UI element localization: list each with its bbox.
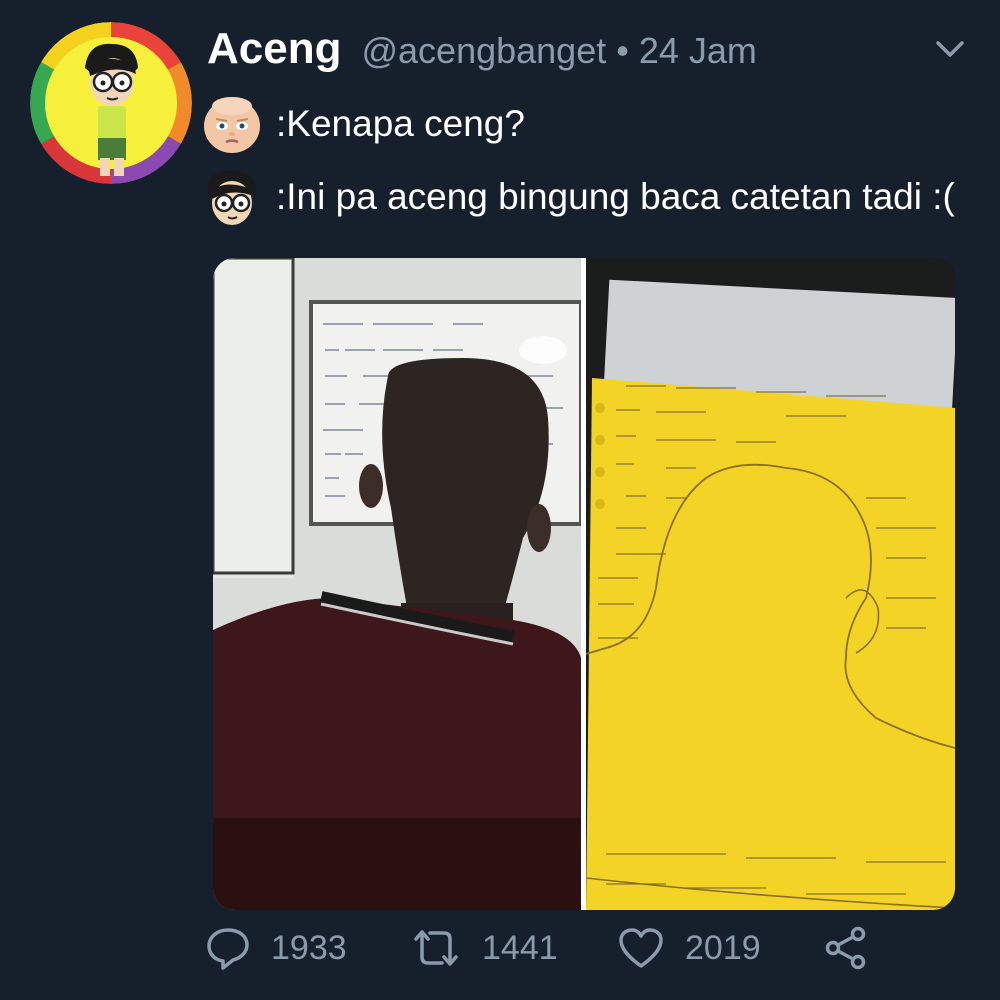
heart-icon (619, 928, 663, 968)
tweet-text-line-2: :Ini pa aceng bingung baca catetan tadi … (200, 165, 955, 229)
display-name[interactable]: Aceng (207, 24, 341, 74)
tweet-header: Aceng @acengbanget • 24 Jam (207, 24, 757, 74)
retweet-count: 1441 (482, 928, 558, 967)
retweet-button[interactable]: 1441 (410, 918, 558, 978)
tweet-actions: 1933 1441 2019 (205, 918, 905, 978)
glasses-face-emoji (200, 165, 264, 229)
retweet-icon (414, 930, 458, 966)
like-button[interactable]: 2019 (617, 918, 761, 978)
like-count: 2019 (685, 928, 761, 967)
separator-dot: • (616, 30, 629, 71)
user-handle[interactable]: @acengbanget (361, 30, 606, 72)
share-button[interactable] (823, 918, 869, 978)
tweet-text-line-1: :Kenapa ceng? (200, 92, 525, 156)
baby-face-emoji (200, 92, 264, 156)
photo-yellow-notes-head-drawing[interactable] (585, 258, 955, 910)
tweet-text: :Ini pa aceng bingung baca catetan tadi … (276, 176, 955, 217)
tweet-card: Aceng @acengbanget • 24 Jam :Kenapa ceng… (0, 0, 1000, 1000)
photo-classroom-whiteboard[interactable] (213, 258, 583, 910)
reply-icon (207, 928, 249, 970)
reply-count: 1933 (271, 928, 347, 967)
tweet-text: :Kenapa ceng? (276, 103, 525, 144)
chevron-down-icon[interactable] (930, 34, 970, 64)
share-icon (825, 926, 866, 970)
user-avatar[interactable] (30, 22, 192, 184)
timestamp[interactable]: 24 Jam (639, 30, 757, 72)
tweet-media[interactable] (213, 258, 955, 910)
reply-button[interactable]: 1933 (205, 918, 347, 978)
